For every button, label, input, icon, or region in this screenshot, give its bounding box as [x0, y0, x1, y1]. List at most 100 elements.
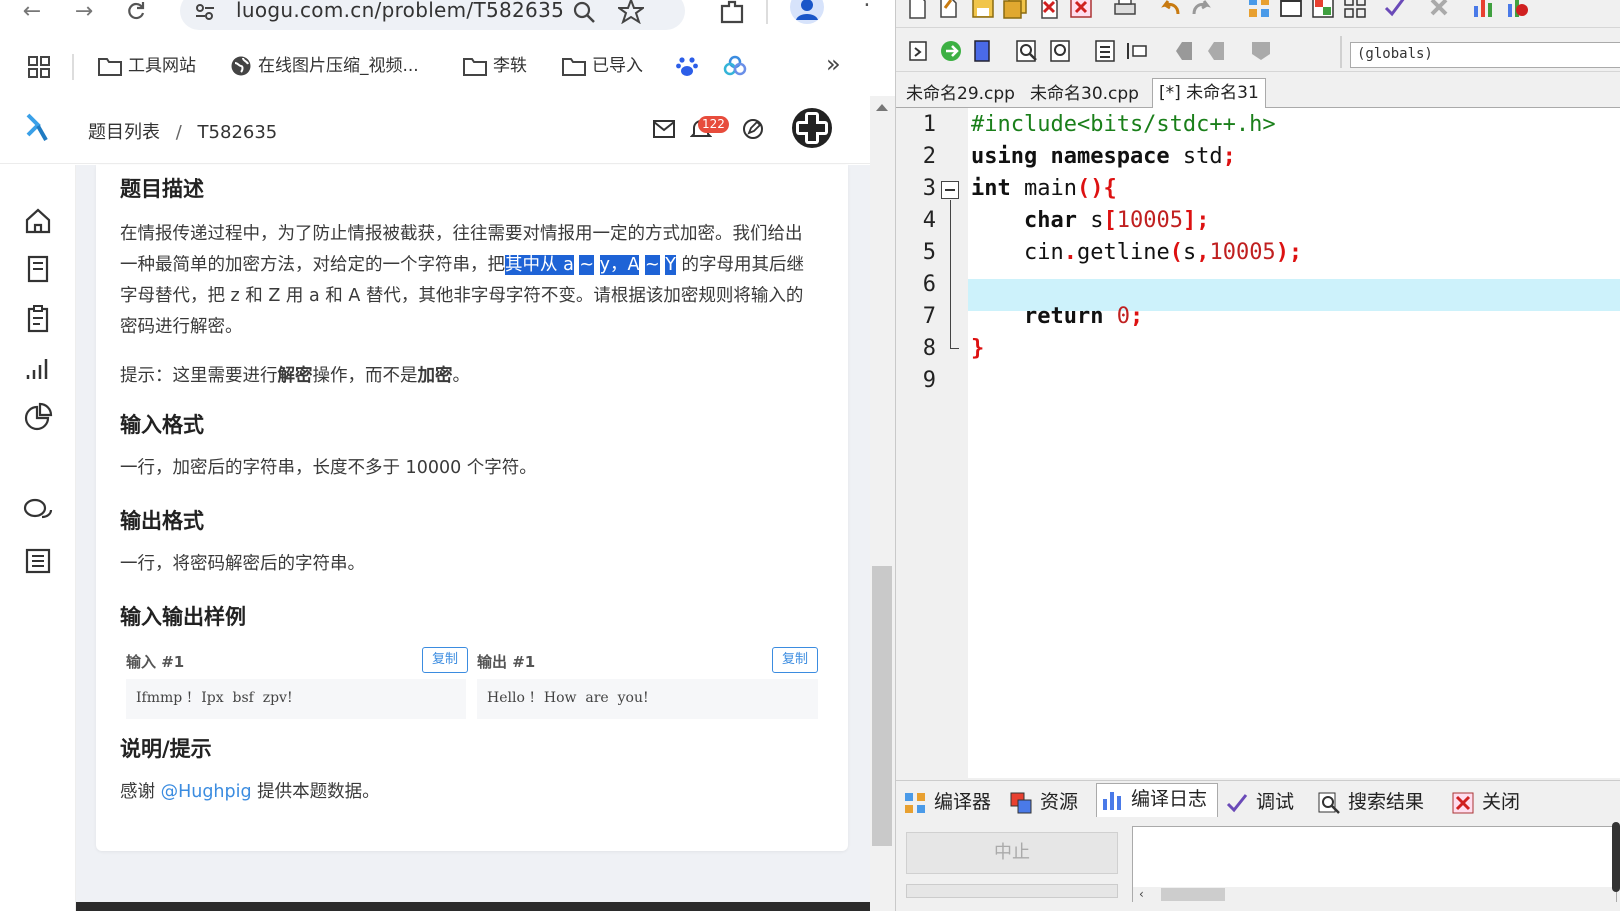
tab-debug[interactable]: 调试 — [1226, 787, 1294, 817]
edit-icon[interactable] — [742, 118, 764, 140]
tab-file-30[interactable]: 未命名30.cpp — [1024, 80, 1145, 108]
selected-text: y，A — [599, 255, 640, 275]
article-icon[interactable] — [22, 545, 54, 577]
user-avatar[interactable] — [790, 106, 834, 150]
compile-log-chart-icon — [1103, 791, 1121, 810]
discussion-icon[interactable] — [22, 495, 54, 527]
fold-toggle-icon[interactable] — [941, 181, 959, 199]
back-button[interactable]: ← — [18, 0, 46, 28]
tab-close[interactable]: 关闭 — [1452, 787, 1520, 817]
close-file-icon[interactable] — [1036, 0, 1062, 20]
open-file-icon[interactable] — [936, 0, 962, 20]
goto-icon[interactable] — [938, 38, 964, 64]
reload-icon — [128, 2, 145, 20]
browser-menu-icon[interactable]: ⋮ — [856, 0, 878, 9]
log-scroll-thumb[interactable] — [1161, 888, 1225, 901]
panel-vertical-scrollbar[interactable] — [1612, 822, 1620, 892]
code-return-value: 0 — [1116, 304, 1130, 329]
folder-icon — [463, 58, 487, 76]
profile-avatar[interactable] — [790, 0, 824, 24]
address-bar[interactable]: luogu.com.cn/problem/T582635 — [180, 0, 685, 30]
tab-file-29[interactable]: 未命名29.cpp — [900, 80, 1021, 108]
toolbar-divider — [1340, 36, 1342, 68]
site-settings-icon[interactable] — [194, 2, 216, 22]
samples-heading: 输入输出样例 — [120, 605, 246, 629]
indent-icon[interactable] — [1092, 38, 1118, 64]
code-line-1: #include<bits/stdc++.h> — [971, 112, 1276, 137]
home-icon[interactable] — [22, 205, 54, 237]
book-icon[interactable] — [22, 253, 54, 285]
tab-resources[interactable]: 资源 — [1010, 787, 1078, 817]
abort-compile-button[interactable]: 中止 — [906, 832, 1118, 874]
description-text: 在情报传递过程中，为了防止情报被截获，往往需要对情报用一定的方式加密。我们给出一… — [120, 219, 810, 343]
bookmark-folder-tools[interactable]: 工具网站 — [98, 52, 196, 80]
insert-icon[interactable] — [906, 38, 932, 64]
contributor-link[interactable]: @Hughpig — [161, 782, 252, 802]
copy-input-button[interactable]: 复制 — [422, 647, 468, 673]
url-text[interactable]: luogu.com.cn/problem/T582635 — [236, 0, 564, 22]
clipboard-icon[interactable] — [22, 303, 54, 335]
layout-icon[interactable] — [1310, 0, 1336, 20]
line-number: 6 — [922, 272, 936, 297]
pie-chart-icon[interactable] — [22, 401, 54, 433]
undo-icon[interactable] — [1158, 0, 1184, 20]
print-icon[interactable] — [1112, 0, 1138, 20]
zoom-icon[interactable] — [572, 0, 596, 24]
apps-grid-icon[interactable] — [28, 56, 50, 78]
scroll-left-arrow-icon[interactable]: ‹ — [1139, 888, 1144, 901]
copy-output-button[interactable]: 复制 — [772, 647, 818, 673]
tab-compiler[interactable]: 编译器 — [904, 787, 991, 817]
save-icon[interactable] — [970, 0, 996, 20]
stop-execution-icon[interactable] — [1426, 0, 1452, 20]
tiles-icon[interactable] — [1342, 0, 1368, 20]
log-horizontal-scrollbar[interactable]: ‹ — [1133, 887, 1616, 902]
cloud-app-icon[interactable] — [723, 54, 747, 78]
forward-button[interactable]: → — [70, 0, 98, 28]
scope-dropdown[interactable]: (globals) — [1350, 42, 1620, 68]
mail-icon[interactable] — [653, 120, 675, 138]
close-all-icon[interactable] — [1068, 0, 1094, 20]
bookmark-image-compress[interactable]: 在线图片压缩_视频... — [230, 52, 419, 80]
bookmark-star-icon[interactable] — [618, 0, 644, 24]
bookmark-label: 工具网站 — [128, 56, 196, 76]
bookmark-label: 在线图片压缩_视频... — [258, 56, 419, 76]
code-editor[interactable]: 1 2 3 4 5 6 7 8 9 #include<bits/stdc++.h… — [896, 108, 1620, 778]
extensions-icon[interactable] — [718, 0, 746, 26]
bookmark-toggle-icon[interactable] — [970, 38, 996, 64]
line-number: 3 — [922, 176, 936, 201]
next-tab-icon[interactable] — [1204, 38, 1230, 64]
tab-file-31-active[interactable]: [*] 未命名31 — [1152, 78, 1266, 109]
tab-compile-log-active[interactable]: 编译日志 — [1096, 783, 1219, 817]
redo-icon[interactable] — [1188, 0, 1214, 20]
reload-button[interactable] — [122, 0, 150, 28]
class-browser-icon[interactable] — [1248, 38, 1274, 64]
window-icon[interactable] — [1278, 0, 1304, 20]
compile-log-output[interactable]: ‹ — [1132, 826, 1617, 902]
bookmark-folder-liyi[interactable]: 李轶 — [463, 52, 527, 80]
prev-tab-icon[interactable] — [1172, 38, 1198, 64]
delete-profile-icon[interactable] — [1504, 0, 1530, 20]
bookmark-folder-imported[interactable]: 已导入 — [562, 52, 643, 80]
scroll-thumb[interactable] — [872, 566, 892, 846]
luogu-logo-icon[interactable] — [24, 112, 50, 144]
find-icon[interactable] — [1014, 38, 1040, 64]
profile-analysis-icon[interactable] — [1470, 0, 1496, 20]
baidu-paw-icon[interactable] — [675, 54, 699, 78]
scroll-up-arrow-icon[interactable] — [876, 104, 888, 111]
sample-input-box[interactable]: Ifmmp ! Ipx bsf zpv! — [126, 679, 466, 719]
tab-search-results[interactable]: 搜索结果 — [1318, 787, 1424, 817]
save-all-icon[interactable] — [1002, 0, 1028, 20]
grid-view-icon[interactable] — [1246, 0, 1272, 20]
ranking-bars-icon[interactable] — [22, 353, 54, 385]
breadcrumb-problem-list[interactable]: 题目列表 — [88, 122, 160, 143]
page-scrollbar[interactable] — [870, 96, 895, 911]
more-bookmarks-button[interactable]: » — [826, 50, 841, 78]
sample-output-box[interactable]: Hello ! How are you! — [477, 679, 818, 719]
check-syntax-icon[interactable] — [1382, 0, 1408, 20]
selected-text: ~ — [579, 255, 595, 275]
new-file-icon[interactable] — [904, 0, 930, 20]
find-replace-icon[interactable] — [1048, 38, 1074, 64]
problem-card: 题目描述 在情报传递过程中，为了防止情报被截获，往往需要对情报用一定的方式加密。… — [96, 165, 848, 851]
unindent-icon[interactable] — [1124, 38, 1150, 64]
hint-bold-decrypt: 解密 — [277, 366, 313, 386]
